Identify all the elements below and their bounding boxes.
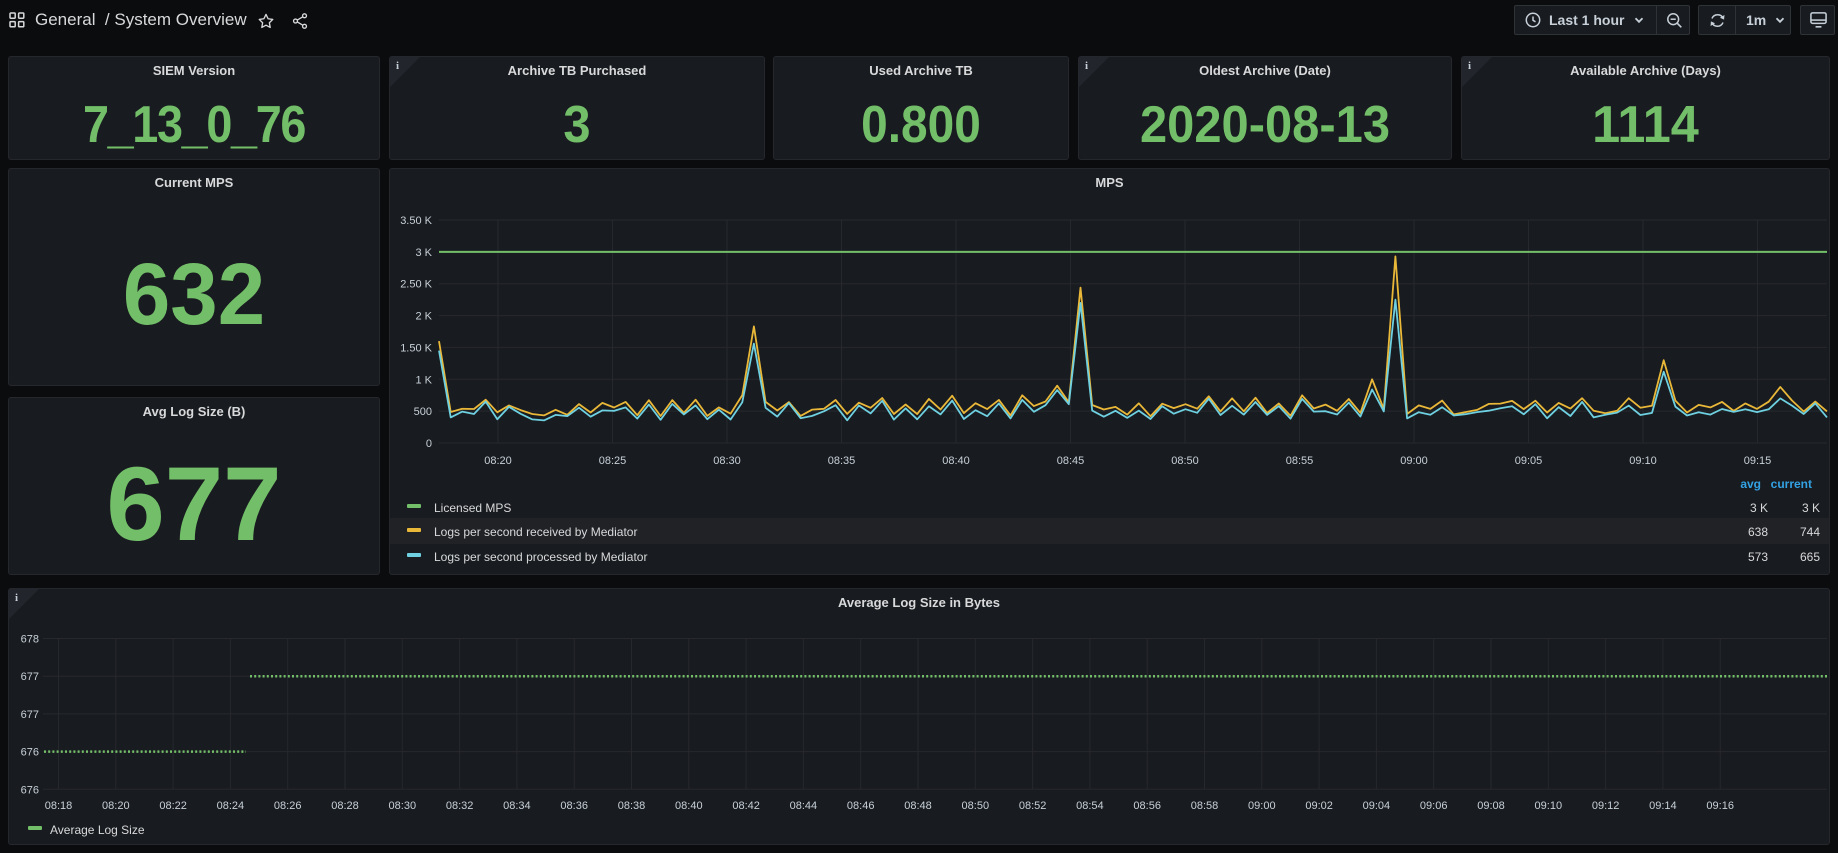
svg-text:08:54: 08:54 — [1076, 800, 1104, 812]
svg-text:08:38: 08:38 — [618, 800, 646, 812]
svg-text:08:20: 08:20 — [102, 800, 130, 812]
svg-text:573: 573 — [1748, 550, 1768, 564]
svg-text:avg: avg — [1740, 477, 1761, 491]
svg-text:09:02: 09:02 — [1305, 800, 1333, 812]
svg-text:08:40: 08:40 — [675, 800, 703, 812]
svg-text:3.50 K: 3.50 K — [400, 215, 432, 227]
svg-text:08:18: 08:18 — [45, 800, 73, 812]
svg-text:08:32: 08:32 — [446, 800, 474, 812]
svg-text:09:14: 09:14 — [1649, 800, 1677, 812]
svg-text:1.50 K: 1.50 K — [400, 342, 432, 354]
svg-text:08:40: 08:40 — [942, 455, 970, 467]
svg-text:08:30: 08:30 — [389, 800, 417, 812]
svg-text:Licensed MPS: Licensed MPS — [434, 501, 511, 515]
svg-text:08:42: 08:42 — [732, 800, 760, 812]
svg-text:08:35: 08:35 — [828, 455, 856, 467]
svg-text:1 K: 1 K — [415, 374, 432, 386]
svg-text:677: 677 — [21, 671, 39, 683]
svg-text:677: 677 — [21, 709, 39, 721]
svg-text:09:15: 09:15 — [1744, 455, 1772, 467]
svg-text:676: 676 — [21, 784, 39, 796]
svg-text:665: 665 — [1800, 550, 1820, 564]
svg-text:09:00: 09:00 — [1400, 455, 1428, 467]
svg-text:09:00: 09:00 — [1248, 800, 1276, 812]
svg-text:3 K: 3 K — [415, 247, 432, 259]
svg-text:08:50: 08:50 — [962, 800, 990, 812]
svg-text:678: 678 — [21, 634, 39, 646]
svg-text:3 K: 3 K — [1802, 501, 1820, 515]
svg-text:08:30: 08:30 — [713, 455, 741, 467]
svg-text:08:46: 08:46 — [847, 800, 875, 812]
svg-text:current: current — [1771, 477, 1812, 491]
svg-text:08:48: 08:48 — [904, 800, 932, 812]
svg-text:09:10: 09:10 — [1535, 800, 1563, 812]
svg-text:Logs per second received by Me: Logs per second received by Mediator — [434, 525, 637, 539]
svg-text:09:05: 09:05 — [1515, 455, 1543, 467]
svg-text:2 K: 2 K — [415, 311, 432, 323]
svg-text:09:12: 09:12 — [1592, 800, 1620, 812]
svg-text:08:44: 08:44 — [790, 800, 818, 812]
svg-text:08:26: 08:26 — [274, 800, 302, 812]
svg-text:08:36: 08:36 — [560, 800, 588, 812]
svg-text:08:52: 08:52 — [1019, 800, 1047, 812]
svg-text:08:28: 08:28 — [331, 800, 359, 812]
svg-text:08:22: 08:22 — [159, 800, 187, 812]
svg-text:744: 744 — [1800, 525, 1820, 539]
svg-text:08:50: 08:50 — [1171, 455, 1199, 467]
svg-text:09:16: 09:16 — [1706, 800, 1734, 812]
svg-text:09:08: 09:08 — [1477, 800, 1505, 812]
svg-text:676: 676 — [21, 747, 39, 759]
svg-text:638: 638 — [1748, 525, 1768, 539]
svg-text:08:56: 08:56 — [1133, 800, 1161, 812]
svg-text:3 K: 3 K — [1750, 501, 1768, 515]
svg-text:08:24: 08:24 — [217, 800, 245, 812]
svg-text:09:06: 09:06 — [1420, 800, 1448, 812]
svg-text:Average Log Size: Average Log Size — [50, 823, 145, 837]
svg-text:0: 0 — [426, 438, 432, 450]
svg-text:09:10: 09:10 — [1629, 455, 1657, 467]
svg-text:2.50 K: 2.50 K — [400, 279, 432, 291]
svg-text:08:58: 08:58 — [1191, 800, 1219, 812]
svg-text:08:55: 08:55 — [1286, 455, 1314, 467]
svg-text:08:34: 08:34 — [503, 800, 531, 812]
svg-text:08:20: 08:20 — [484, 455, 512, 467]
svg-text:500: 500 — [414, 406, 432, 418]
svg-text:Logs per second processed by M: Logs per second processed by Mediator — [434, 550, 647, 564]
svg-text:08:25: 08:25 — [599, 455, 627, 467]
svg-text:09:04: 09:04 — [1363, 800, 1391, 812]
svg-text:08:45: 08:45 — [1057, 455, 1085, 467]
